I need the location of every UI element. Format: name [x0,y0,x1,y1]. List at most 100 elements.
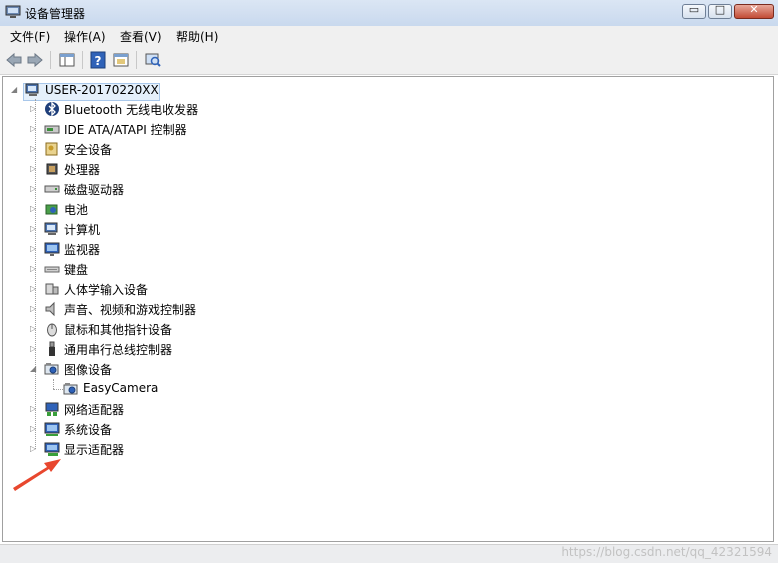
expand-arrow-icon[interactable]: ▷ [30,404,38,414]
collapse-arrow-icon[interactable]: ◢ [30,364,38,374]
collapse-arrow-icon[interactable]: ◢ [11,85,19,95]
device-tree: ◢ USER-20170220XX ▷ Bluetooth 无线电收发器 ▷ IDE … [2,76,774,542]
battery-icon [45,204,58,215]
tree-item-label: IDE ATA/ATAPI 控制器 [64,123,187,137]
tree-device-item[interactable]: EasyCamera [3,379,403,399]
tree-item-label: 处理器 [64,163,101,177]
camera-icon [63,383,78,395]
title-bar: 设备管理器 ▭ □ ✕ [0,0,778,26]
tree-root[interactable]: ◢ USER-20170220XX [3,79,303,101]
expand-arrow-icon[interactable]: ▷ [30,224,38,234]
expand-arrow-icon[interactable]: ▷ [30,244,38,254]
system-device-icon [44,422,60,436]
tree-item-label: Bluetooth 无线电收发器 [64,103,199,117]
menu-view[interactable]: 查看(V) [120,28,162,45]
speaker-icon [45,301,55,317]
tree-device-label: EasyCamera [83,381,159,395]
tree-item-label: 网络适配器 [64,403,125,417]
monitor-icon [44,242,60,256]
expand-arrow-icon[interactable]: ▷ [30,184,38,194]
minimize-icon: ▭ [688,3,700,16]
computer-icon [44,222,58,235]
svg-text:?: ? [95,54,102,68]
tree-item-label: 显示适配器 [64,443,125,457]
hid-icon [45,283,59,295]
window-title: 设备管理器 [25,7,86,21]
tree-category-item[interactable]: ▷ 网络适配器 [3,399,403,419]
scan-hardware-icon[interactable] [144,51,162,69]
ide-controller-icon [44,125,60,134]
menu-file[interactable]: 文件(F) [10,28,50,45]
help-icon[interactable]: ? [89,51,107,69]
expand-arrow-icon[interactable]: ▷ [30,164,38,174]
network-adapter-icon [45,402,59,416]
tree-category-item[interactable]: ▷ 计算机 [3,219,403,239]
tree-item-label: 监视器 [64,243,101,257]
security-key-icon [45,142,58,156]
tree-item-label: 人体学输入设备 [64,283,149,297]
status-bar: https://blog.csdn.net/qq_42321594 [0,544,778,563]
tree-category-item[interactable]: ▷ 显示适配器 [3,439,403,459]
close-icon: ✕ [749,3,759,16]
tree-category-item[interactable]: ▷ Bluetooth 无线电收发器 [3,99,403,119]
tree-item-label: 磁盘驱动器 [64,183,125,197]
tree-category-item[interactable]: ▷ 声音、视频和游戏控制器 [3,299,403,319]
menu-bar: 文件(F) 操作(A) 查看(V) 帮助(H) [0,26,778,46]
tree-item-label: 通用串行总线控制器 [64,343,173,357]
annotation-arrow [13,459,61,491]
tree-item-label: 系统设备 [64,423,113,437]
computer-icon [25,83,39,96]
tree-item-label: 图像设备 [64,363,113,377]
tree-item-label: 安全设备 [64,143,113,157]
expand-arrow-icon[interactable]: ▷ [30,304,38,314]
expand-arrow-icon[interactable]: ▷ [30,324,38,334]
tree-category-item[interactable]: ▷ 鼠标和其他指针设备 [3,319,403,339]
tree-category-item[interactable]: ▷ 处理器 [3,159,403,179]
disk-drive-icon [44,185,60,193]
expand-arrow-icon[interactable]: ▷ [30,344,38,354]
minimize-button[interactable]: ▭ [682,3,706,19]
tree-item-label: 键盘 [64,263,89,277]
usb-icon [49,341,55,356]
keyboard-icon [44,266,60,273]
expand-arrow-icon[interactable]: ▷ [30,284,38,294]
toolbar-separator [50,51,51,69]
tree-category-item[interactable]: ▷ IDE ATA/ATAPI 控制器 [3,119,403,139]
back-icon[interactable] [5,51,23,69]
camera-icon [44,363,59,375]
console-tree-icon[interactable] [58,51,76,69]
expand-arrow-icon[interactable]: ▷ [30,264,38,274]
tree-category-item[interactable]: ▷ 安全设备 [3,139,403,159]
tree-item-label: 计算机 [64,223,101,237]
mouse-icon [47,323,57,337]
expand-arrow-icon[interactable]: ▷ [30,144,38,154]
toolbar: ? [0,46,778,75]
close-button[interactable]: ✕ [734,3,774,19]
expand-arrow-icon[interactable]: ▷ [30,444,38,454]
expand-arrow-icon[interactable]: ▷ [30,424,38,434]
expand-arrow-icon[interactable]: ▷ [30,124,38,134]
menu-action[interactable]: 操作(A) [64,28,106,45]
tree-category-item[interactable]: ▷ 人体学输入设备 [3,279,403,299]
tree-category-item[interactable]: ▷ 磁盘驱动器 [3,179,403,199]
maximize-button[interactable]: □ [708,3,732,19]
tree-category-item[interactable]: ▷ 监视器 [3,239,403,259]
tree-category-item[interactable]: ▷ 系统设备 [3,419,403,439]
forward-icon[interactable] [26,51,44,69]
watermark-text: https://blog.csdn.net/qq_42321594 [561,545,772,559]
properties-icon[interactable] [112,51,130,69]
expand-arrow-icon[interactable]: ▷ [30,204,38,214]
tree-category-item[interactable]: ▷ 键盘 [3,259,403,279]
tree-category-item[interactable]: ▷ 电池 [3,199,403,219]
bluetooth-icon [45,101,59,117]
processor-icon [46,163,58,175]
menu-help[interactable]: 帮助(H) [176,28,218,45]
maximize-icon: □ [714,3,726,16]
expand-arrow-icon[interactable]: ▷ [30,104,38,114]
toolbar-separator [82,51,83,69]
tree-category-item[interactable]: ▷ 通用串行总线控制器 [3,339,403,359]
tree-category-item[interactable]: ◢ 图像设备 [3,359,403,379]
tree-item-label: 鼠标和其他指针设备 [64,323,173,337]
tree-item-label: 电池 [64,203,89,217]
root-label: USER-20170220XX [45,83,159,97]
